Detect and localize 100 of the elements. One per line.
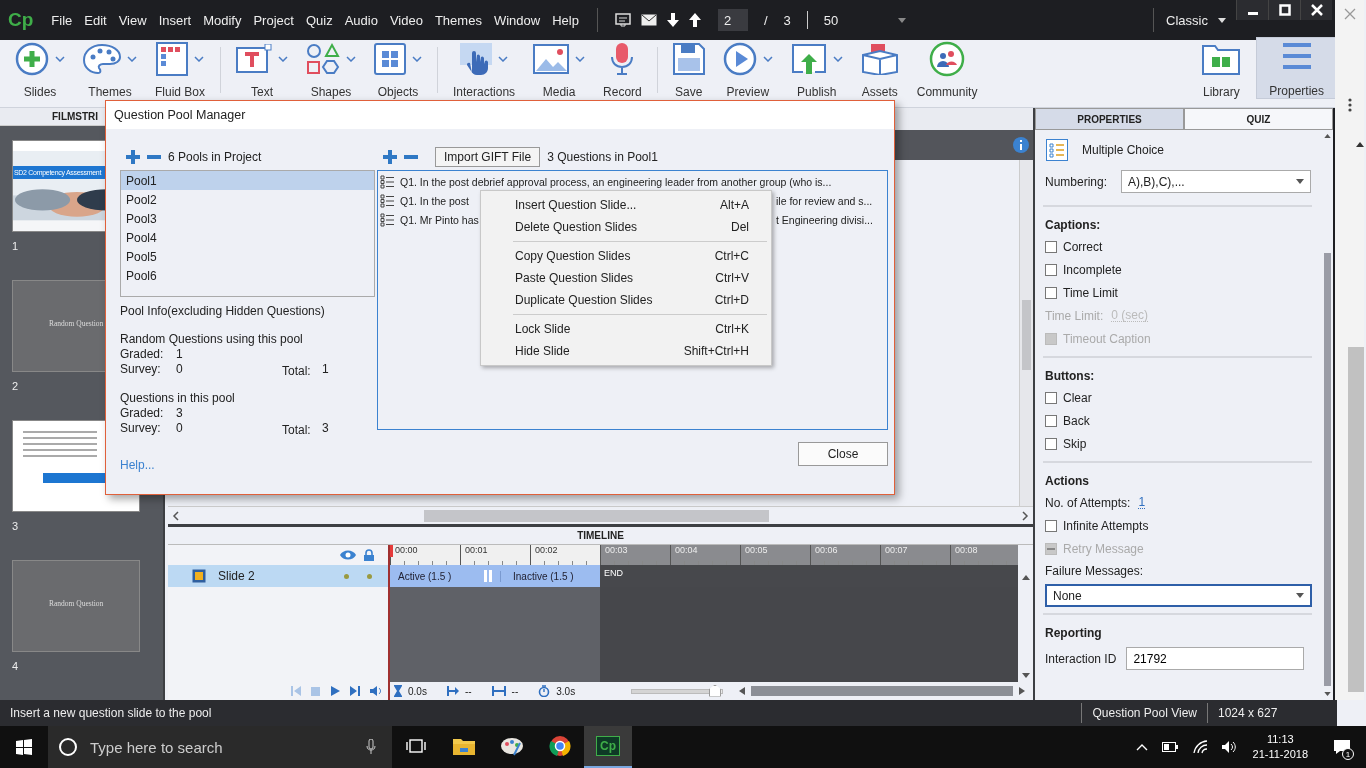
scroll-up-icon[interactable]: [1324, 134, 1331, 138]
scroll-down-icon[interactable]: [1324, 692, 1331, 696]
toolbar-button[interactable]: Text: [227, 41, 298, 99]
notifications-button[interactable]: 1: [1318, 726, 1366, 768]
menu-item[interactable]: Lock Slide Ctrl+K: [483, 318, 769, 340]
toolbar-button[interactable]: Fluid Box: [146, 41, 215, 99]
taskbar-app[interactable]: Cp: [584, 726, 632, 768]
pool-item[interactable]: Pool1: [121, 171, 374, 190]
checkbox[interactable]: [1045, 437, 1057, 450]
skip-end-icon[interactable]: [350, 686, 360, 696]
menu-item[interactable]: Help: [546, 12, 585, 28]
pool-item[interactable]: Pool5: [121, 247, 374, 266]
close-icon: [1343, 8, 1356, 20]
question-text[interactable]: Q1. In the post: [400, 194, 469, 207]
microphone-icon[interactable]: [366, 739, 376, 755]
menu-item[interactable]: Video: [383, 12, 429, 28]
menu-item[interactable]: File: [45, 12, 79, 28]
toolbar-button[interactable]: Objects: [365, 41, 432, 99]
arrow-down-icon[interactable]: [666, 13, 679, 27]
toolbar-button[interactable]: Community: [907, 41, 987, 99]
menu-item[interactable]: Hide Slide Shift+Ctrl+H: [483, 340, 769, 362]
lock-icon[interactable]: [364, 549, 374, 561]
search-field[interactable]: Type here to search: [88, 737, 356, 757]
info-icon[interactable]: [1013, 137, 1029, 153]
toolbar-button[interactable]: Record: [594, 41, 651, 99]
checkbox[interactable]: [1045, 240, 1057, 253]
checkbox-label: Time Limit: [1063, 285, 1118, 300]
timeline-layer[interactable]: Slide 2: [168, 565, 388, 587]
scroll-up-icon[interactable]: [1021, 575, 1030, 580]
menu-item[interactable]: Audio: [338, 12, 384, 28]
toolbar-button[interactable]: Publish: [781, 41, 852, 99]
checkbox[interactable]: [1045, 519, 1057, 532]
chevron-up-icon[interactable]: [1135, 743, 1148, 751]
wifi-icon[interactable]: [1191, 740, 1208, 754]
toolbar-button[interactable]: Save: [663, 41, 714, 99]
checkbox[interactable]: [1045, 391, 1057, 404]
toolbar-button[interactable]: Themes: [74, 41, 146, 99]
menu-item[interactable]: Themes: [428, 12, 488, 28]
menu-item[interactable]: Duplicate Question Slides Ctrl+D: [483, 289, 769, 311]
captions-icon[interactable]: [614, 13, 631, 27]
info-value: 0: [176, 421, 184, 437]
toolbar-button[interactable]: Assets: [851, 41, 908, 99]
menu-item[interactable]: Insert Question Slide... Alt+A: [483, 194, 769, 216]
checkbox[interactable]: [1045, 263, 1057, 276]
import-button[interactable]: Import GIFT File: [435, 147, 541, 167]
workspace-dropdown[interactable]: Classic: [1166, 12, 1226, 28]
menu-item[interactable]: Paste Question Slides Ctrl+V: [483, 267, 769, 289]
question-count: 3 Questions in Pool1: [547, 150, 658, 164]
time-tick: 00:00: [390, 545, 460, 565]
menu-item[interactable]: Modify: [197, 12, 248, 28]
panel-tab[interactable]: QUIZ: [1184, 108, 1333, 130]
scroll-down-icon[interactable]: [1021, 673, 1030, 678]
timeline-bar[interactable]: Active (1.5 ): [390, 570, 484, 582]
scroll-left-icon[interactable]: [739, 687, 746, 695]
question-text[interactable]: Q1. In the post debrief approval process, an engineering leader from another group (who is...: [400, 175, 832, 188]
speaker-icon[interactable]: [1221, 741, 1236, 753]
scrollbar[interactable]: [168, 506, 1033, 524]
checkbox[interactable]: [1045, 286, 1057, 299]
close-button[interactable]: Close: [798, 442, 888, 466]
help-link[interactable]: Help...: [120, 458, 375, 472]
play-icon[interactable]: [330, 686, 340, 696]
eye-icon[interactable]: [340, 550, 356, 560]
menu-item[interactable]: Copy Question Slides Ctrl+C: [483, 245, 769, 267]
failure-messages-dropdown[interactable]: None: [1045, 584, 1312, 607]
slide-number-field[interactable]: 2: [717, 9, 748, 31]
battery-icon[interactable]: [1161, 742, 1178, 752]
value-link[interactable]: 1: [1138, 496, 1146, 509]
toolbar-button[interactable]: Preview: [713, 41, 782, 99]
question-text[interactable]: Q1. Mr Pinto has: [400, 213, 479, 226]
scrollbar[interactable]: [1019, 160, 1033, 506]
numbering-dropdown[interactable]: A),B),C),...: [1121, 170, 1312, 193]
panel-toggle-button[interactable]: Properties: [1256, 37, 1337, 99]
arrow-up-icon[interactable]: [688, 13, 701, 27]
info-value: 3: [176, 406, 183, 421]
panel-toggle-button[interactable]: Library: [1190, 41, 1253, 99]
add-icon[interactable]: [383, 150, 397, 164]
search-bar[interactable]: Type here to search: [48, 726, 392, 768]
toolbar-button[interactable]: Media: [524, 41, 595, 99]
menu-item[interactable]: View: [112, 12, 153, 28]
add-icon[interactable]: [126, 150, 140, 164]
question-text[interactable]: ile for review and s...: [776, 194, 873, 207]
interaction-id-field[interactable]: 21792: [1126, 647, 1305, 670]
toolbar-button[interactable]: Interactions: [444, 41, 525, 99]
menu-item[interactable]: Insert: [152, 12, 198, 28]
zoom-dropdown[interactable]: 50: [823, 12, 944, 28]
panel-tab[interactable]: PROPERTIES: [1035, 108, 1184, 130]
menu-item[interactable]: Project: [247, 12, 300, 28]
checkbox[interactable]: [1045, 414, 1057, 427]
menu-item[interactable]: Quiz: [299, 12, 339, 28]
mail-icon[interactable]: [640, 14, 657, 26]
menu-item[interactable]: Delete Question Slides Del: [483, 216, 769, 238]
menu-item[interactable]: Window: [487, 12, 547, 28]
scroll-right-icon[interactable]: [1019, 687, 1025, 695]
checkbox-label: Incomplete: [1063, 262, 1122, 277]
caret-icon: [898, 17, 907, 23]
menu-item[interactable]: Edit: [78, 12, 113, 28]
toolbar-button[interactable]: Slides: [6, 41, 74, 99]
question-text[interactable]: t Engineering divisi...: [776, 213, 873, 226]
zoom-slider[interactable]: [631, 688, 724, 694]
toolbar-button[interactable]: Shapes: [297, 41, 366, 99]
